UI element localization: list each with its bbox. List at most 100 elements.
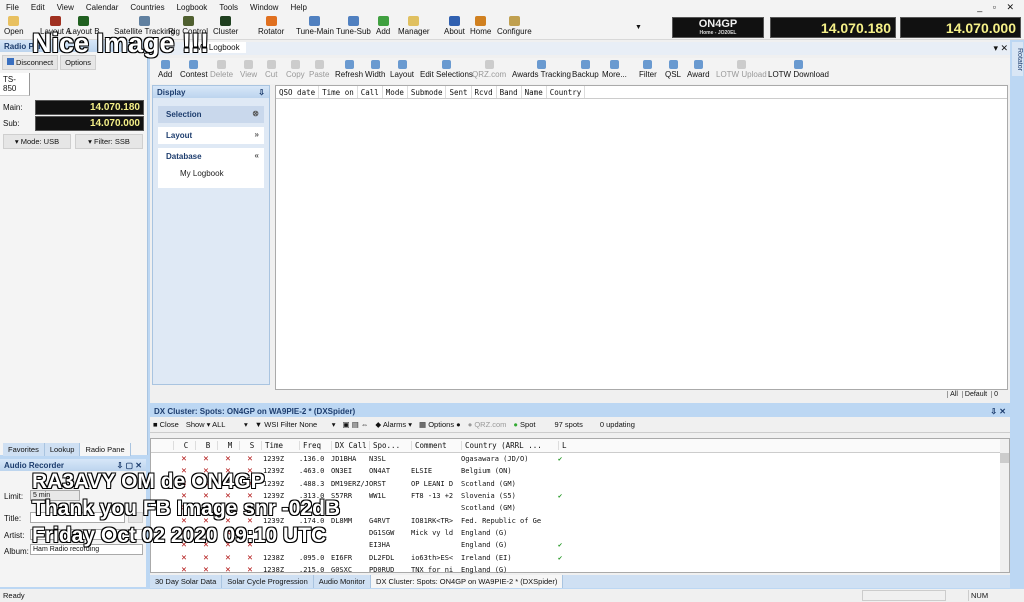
menu-countries[interactable]: Countries xyxy=(124,0,170,14)
cut-button[interactable]: Cut xyxy=(265,60,277,79)
tab-favorites[interactable]: Favorites xyxy=(3,443,45,456)
open-button[interactable]: Open xyxy=(4,16,24,36)
qsl-button[interactable]: QSL xyxy=(665,60,681,79)
collapse-icon[interactable]: « xyxy=(255,151,259,160)
tab-30-day-solar-data[interactable]: 30 Day Solar Data xyxy=(150,575,223,588)
collapse-icon[interactable]: ⊗ xyxy=(252,109,259,118)
view-button[interactable]: View xyxy=(240,60,257,79)
expand-icon[interactable]: » xyxy=(255,130,259,139)
column-header-freq[interactable]: Freq xyxy=(299,441,331,450)
column-header-qso-date[interactable]: QSO date xyxy=(276,86,320,98)
column-header-l[interactable]: L xyxy=(558,441,578,450)
tab-rotator[interactable]: Rotator xyxy=(1012,42,1023,76)
spot-row[interactable]: ✕ ✕ ✕ ✕ 1239Z .488.3 DM19ERZ/J ORST OP LEANI D Sc… xyxy=(151,478,1009,490)
tab-lookup[interactable]: Lookup xyxy=(44,443,81,456)
menu-window[interactable]: Window xyxy=(244,0,284,14)
award-button[interactable]: Award xyxy=(687,60,710,79)
group-database[interactable]: Database « My Logbook xyxy=(158,148,264,188)
column-header-sent[interactable]: Sent xyxy=(446,86,472,98)
column-header-call[interactable]: Call xyxy=(358,86,383,98)
column-header-submode[interactable]: Submode xyxy=(408,86,447,98)
menu-logbook[interactable]: Logbook xyxy=(171,0,214,14)
tab-audio-monitor[interactable]: Audio Monitor xyxy=(313,575,372,588)
rotator-button[interactable]: Rotator xyxy=(258,16,284,36)
tab-ts-850[interactable]: TS-850 xyxy=(0,73,30,96)
column-header-dx-call[interactable]: DX Call xyxy=(331,441,369,450)
rig-control-icon xyxy=(182,16,194,26)
options-button[interactable]: ▦ Options ● xyxy=(419,420,461,429)
menu-calendar[interactable]: Calendar xyxy=(80,0,124,14)
column-header-s[interactable]: S xyxy=(239,441,261,450)
more-button[interactable]: More... xyxy=(602,60,627,79)
show-dropdown[interactable]: Show ▾ ALL ▾ xyxy=(186,420,248,429)
add-button[interactable]: Add xyxy=(376,16,390,36)
column-header-country[interactable]: Country xyxy=(547,86,586,98)
column-header-time-on[interactable]: Time on xyxy=(319,86,358,98)
group-layout[interactable]: Layout » xyxy=(158,127,264,144)
column-header-c[interactable]: C xyxy=(173,441,195,450)
pin-icon[interactable]: ⇩ xyxy=(258,88,265,97)
column-header-time[interactable]: Time xyxy=(261,441,299,450)
column-header-name[interactable]: Name xyxy=(522,86,547,98)
menu-view[interactable]: View xyxy=(51,0,80,14)
column-header-mode[interactable]: Mode xyxy=(383,86,408,98)
wsi-filter-dropdown[interactable]: ▼ WSI Filter None ▾ xyxy=(255,420,336,429)
lotw-download-button[interactable]: LOTW Download xyxy=(768,60,829,79)
sub-label: Sub: xyxy=(3,119,20,128)
delete-button[interactable]: Delete xyxy=(210,60,233,79)
configure-button[interactable]: Configure xyxy=(497,16,532,36)
tune-main-button[interactable]: Tune-Main xyxy=(296,16,334,36)
tab-radio-pane[interactable]: Radio Pane xyxy=(80,443,131,456)
menu-edit[interactable]: Edit xyxy=(25,0,51,14)
filter-dropdown[interactable]: ▾ Filter: SSB xyxy=(75,134,143,149)
add-button[interactable]: Add xyxy=(158,60,172,79)
column-header-country-arrl[interactable]: Country (ARRL ... xyxy=(461,441,558,450)
toolbar-icons[interactable]: ▣ ▤ ⇔ xyxy=(343,420,369,429)
layout-button[interactable]: Layout xyxy=(390,60,414,79)
column-header-rcvd[interactable]: Rcvd xyxy=(472,86,497,98)
qso-grid[interactable]: QSO date Time on Call Mode Submode Sent Rcvd Ba… xyxy=(275,85,1008,390)
contest-button[interactable]: Contest xyxy=(180,60,208,79)
awards-tracking-button[interactable]: Awards Tracking xyxy=(512,60,571,79)
scrollbar[interactable] xyxy=(1000,439,1009,572)
home-button[interactable]: Home xyxy=(470,16,491,36)
database-item-my-logbook[interactable]: My Logbook xyxy=(180,169,256,178)
menu-tools[interactable]: Tools xyxy=(213,0,244,14)
qrz-com-button[interactable]: QRZ.com xyxy=(472,60,506,79)
column-header-spo[interactable]: Spo... xyxy=(369,441,411,450)
column-header-band[interactable]: Band xyxy=(497,86,522,98)
column-header-m[interactable]: M xyxy=(217,441,239,450)
panel-controls[interactable]: ⇩ ▢ ✕ xyxy=(117,461,142,470)
mode-dropdown[interactable]: ▾ Mode: USB xyxy=(3,134,71,149)
dropdown-arrow-icon[interactable]: ▼ xyxy=(635,24,642,31)
column-header-comment[interactable]: Comment xyxy=(411,441,461,450)
column-header-b[interactable]: B xyxy=(195,441,217,450)
refresh-button[interactable]: Refresh xyxy=(335,60,363,79)
spot-row[interactable]: ✕ ✕ ✕ ✕ 1238Z .095.0 EI6FR DL2FDL io63th>ES< Irel… xyxy=(151,551,1009,563)
qrz-button[interactable]: ● QRZ.com xyxy=(468,420,507,429)
lotw-upload-button[interactable]: LOTW Upload xyxy=(716,60,767,79)
paste-button[interactable]: Paste xyxy=(309,60,329,79)
filter-button[interactable]: Filter xyxy=(639,60,657,79)
about-button[interactable]: About xyxy=(444,16,465,36)
panel-controls[interactable]: ⇩ ✕ xyxy=(990,407,1006,416)
menu-file[interactable]: File xyxy=(0,0,25,14)
alarms-button[interactable]: ◆ Alarms ▾ xyxy=(375,420,412,429)
tune-sub-button[interactable]: Tune-Sub xyxy=(336,16,371,36)
window-controls[interactable]: _ ▫ ✕ xyxy=(977,2,1018,13)
group-selection[interactable]: Selection ⊗ xyxy=(158,106,264,123)
copy-button[interactable]: Copy xyxy=(286,60,305,79)
tab-solar-cycle-progression[interactable]: Solar Cycle Progression xyxy=(222,575,314,588)
menu-help[interactable]: Help xyxy=(284,0,312,14)
width-button[interactable]: Width xyxy=(365,60,385,79)
spot-row[interactable]: ✕ ✕ ✕ ✕ 1239Z .136.0 JD1BHA N3SL Ogasawara (JD/O… xyxy=(151,453,1009,465)
close-button[interactable]: ■ Close xyxy=(153,420,179,429)
edit-selections-button[interactable]: Edit Selections xyxy=(420,60,473,79)
cluster-button[interactable]: Cluster xyxy=(213,16,238,36)
close-logbook-icon[interactable]: ▾ ✕ xyxy=(993,43,1008,54)
backup-button[interactable]: Backup xyxy=(572,60,599,79)
manager-button[interactable]: Manager xyxy=(398,16,430,36)
spot-row[interactable]: ✕ ✕ ✕ ✕ 1239Z .463.0 ON3EI ON4AT ELSIE Belgium (O… xyxy=(151,465,1009,477)
tab-dx-cluster-spots-on4gp-on-wa9pie-2-dxspider[interactable]: DX Cluster: Spots: ON4GP on WA9PIE-2 * (… xyxy=(371,575,564,588)
spot-button[interactable]: ● Spot xyxy=(513,420,535,429)
